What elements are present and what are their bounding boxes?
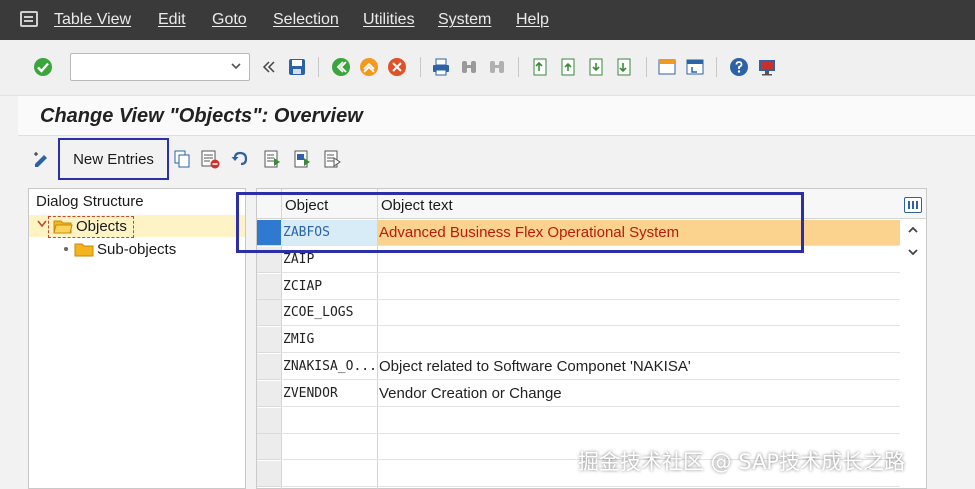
back-icon[interactable] — [330, 56, 352, 78]
cell-object-text[interactable]: Vendor Creation or Change — [377, 381, 900, 407]
row-selector[interactable] — [257, 246, 281, 273]
select-block-icon[interactable] — [292, 149, 312, 169]
enter-check-icon[interactable] — [32, 56, 54, 78]
double-arrow-left-icon[interactable] — [258, 56, 280, 78]
menu-table-view[interactable]: Table View — [54, 11, 131, 29]
tree-bullet — [64, 247, 68, 251]
menu-system[interactable]: System — [438, 11, 491, 29]
menu-selection[interactable]: Selection — [273, 11, 339, 29]
select-all-icon[interactable] — [262, 149, 282, 169]
cell-object[interactable]: ZNAKISA_O... — [281, 354, 377, 380]
title-bar: Change View "Objects": Overview — [18, 96, 975, 136]
sap-menu-icon[interactable] — [20, 11, 38, 27]
first-page-icon[interactable] — [528, 56, 550, 78]
tree-node-label: Objects — [76, 218, 127, 235]
cell-object[interactable] — [281, 434, 377, 461]
menu-help[interactable]: Help — [516, 11, 549, 29]
tree-node-sub-objects[interactable]: Sub-objects — [29, 238, 245, 260]
menu-utilities[interactable]: Utilities — [363, 11, 415, 29]
row-selector[interactable] — [257, 461, 281, 488]
print-icon[interactable] — [430, 56, 452, 78]
find-icon[interactable] — [458, 56, 480, 78]
table-header: Object Object text — [257, 189, 926, 219]
create-session-icon[interactable] — [656, 56, 678, 78]
row-selector[interactable] — [257, 300, 281, 327]
command-input[interactable] — [71, 54, 221, 80]
customize-layout-icon[interactable] — [756, 56, 778, 78]
tree-node-objects[interactable]: Objects — [29, 215, 245, 238]
find-next-icon[interactable] — [486, 56, 508, 78]
objects-table: Object Object text ZABFOS Advanced Busine… — [256, 188, 927, 489]
cell-object-text[interactable] — [377, 408, 900, 434]
new-entries-button[interactable]: New Entries — [58, 138, 169, 180]
expand-arrow-icon[interactable] — [36, 218, 48, 230]
command-field[interactable] — [70, 53, 250, 81]
scroll-up-icon[interactable] — [906, 223, 920, 237]
row-selector[interactable] — [257, 273, 281, 300]
column-header-object-text[interactable]: Object text — [381, 197, 453, 214]
cell-object-text[interactable]: Advanced Business Flex Operational Syste… — [377, 220, 900, 246]
help-icon[interactable] — [728, 56, 750, 78]
dialog-structure-panel: Dialog Structure Objects Sub-objects — [28, 188, 246, 489]
cell-object[interactable]: ZABFOS — [281, 220, 377, 246]
save-icon[interactable] — [286, 56, 308, 78]
menu-edit[interactable]: Edit — [158, 11, 186, 29]
folder-open-icon — [53, 220, 73, 234]
menu-goto[interactable]: Goto — [212, 11, 247, 29]
watermark-text: 掘金技术社区 @ SAP技术成长之路 — [578, 450, 906, 474]
chevron-down-icon[interactable] — [231, 61, 241, 71]
cancel-icon[interactable] — [386, 56, 408, 78]
row-selector[interactable] — [257, 407, 281, 434]
dialog-structure-heading: Dialog Structure — [36, 193, 144, 210]
cell-object[interactable]: ZCOE_LOGS — [281, 300, 377, 327]
exit-icon[interactable] — [358, 56, 380, 78]
deselect-all-icon[interactable] — [322, 149, 342, 169]
scroll-down-icon[interactable] — [906, 245, 920, 259]
next-page-icon[interactable] — [584, 56, 606, 78]
row-selector[interactable] — [257, 434, 281, 461]
row-selector[interactable] — [257, 380, 281, 407]
display-change-icon[interactable] — [32, 149, 52, 169]
delete-icon[interactable] — [200, 149, 220, 169]
cell-object-text[interactable] — [377, 300, 900, 327]
row-selector[interactable] — [257, 354, 281, 380]
menu-bar: Table View Edit Goto Selection Utilities… — [0, 0, 975, 40]
page-title: Change View "Objects": Overview — [40, 105, 363, 127]
last-page-icon[interactable] — [612, 56, 634, 78]
cell-object[interactable]: ZVENDOR — [281, 381, 377, 407]
cell-object[interactable]: ZAIP — [281, 247, 377, 273]
cell-object[interactable] — [281, 408, 377, 434]
cell-object-text[interactable] — [377, 274, 900, 300]
undo-icon[interactable] — [230, 149, 250, 169]
copy-as-icon[interactable] — [172, 149, 192, 169]
shortcut-icon[interactable] — [684, 56, 706, 78]
cell-object[interactable]: ZMIG — [281, 327, 377, 354]
application-toolbar: New Entries — [18, 137, 975, 181]
cell-object-text[interactable] — [377, 327, 900, 354]
row-selector[interactable] — [257, 327, 281, 354]
previous-page-icon[interactable] — [556, 56, 578, 78]
tree-node-label: Sub-objects — [97, 241, 177, 258]
cell-object[interactable] — [281, 461, 377, 488]
cell-object[interactable]: ZCIAP — [281, 274, 377, 300]
standard-toolbar — [0, 40, 975, 96]
column-header-object[interactable]: Object — [285, 197, 328, 214]
cell-object-text[interactable]: Object related to Software Componet 'NAK… — [377, 354, 900, 380]
folder-icon — [74, 243, 94, 257]
cell-object-text[interactable] — [377, 247, 900, 273]
row-selector[interactable] — [257, 220, 281, 246]
column-settings-icon[interactable] — [904, 197, 922, 213]
